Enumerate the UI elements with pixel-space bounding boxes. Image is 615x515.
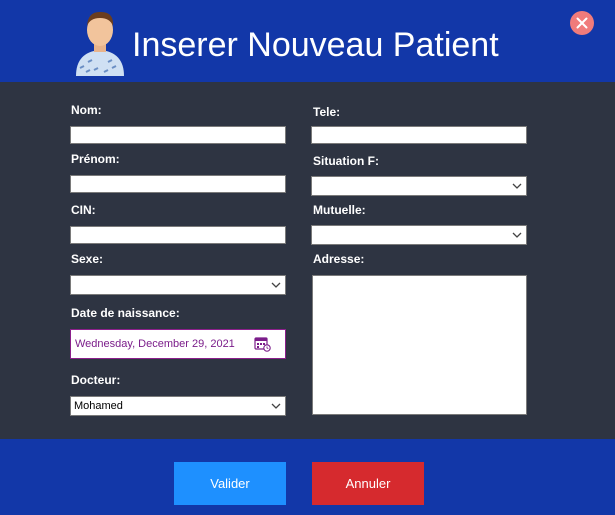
annuler-button[interactable]: Annuler [312, 462, 424, 505]
prenom-input[interactable] [70, 175, 286, 193]
chevron-down-icon [271, 282, 281, 288]
docteur-select[interactable]: Mohamed [70, 396, 286, 416]
cin-label: CIN: [71, 203, 96, 217]
nom-label: Nom: [71, 103, 102, 117]
adresse-textarea[interactable] [312, 275, 527, 415]
sexe-label: Sexe: [71, 252, 104, 266]
sexe-select[interactable] [70, 275, 286, 295]
situation-select[interactable] [311, 176, 527, 196]
tele-label: Tele: [313, 105, 341, 119]
patient-avatar-icon [76, 11, 124, 76]
mutuelle-select[interactable] [311, 225, 527, 245]
close-icon [576, 17, 588, 29]
situation-label: Situation F: [313, 154, 379, 168]
chevron-down-icon [512, 183, 522, 189]
mutuelle-label: Mutuelle: [313, 203, 366, 217]
date-naissance-label: Date de naissance: [71, 306, 180, 320]
chevron-down-icon [512, 232, 522, 238]
docteur-value: Mohamed [74, 400, 123, 412]
chevron-down-icon [271, 403, 281, 409]
close-button[interactable] [570, 11, 594, 35]
adresse-label: Adresse: [313, 252, 365, 266]
tele-input[interactable] [311, 126, 527, 144]
nom-input[interactable] [70, 126, 286, 144]
date-naissance-value: Wednesday, December 29, 2021 [75, 338, 235, 350]
docteur-label: Docteur: [71, 373, 121, 387]
prenom-label: Prénom: [71, 152, 120, 166]
valider-button[interactable]: Valider [174, 462, 286, 505]
footer-bar [0, 439, 615, 515]
cin-input[interactable] [70, 226, 286, 244]
date-naissance-picker[interactable]: Wednesday, December 29, 2021 [70, 329, 286, 359]
calendar-icon[interactable] [254, 336, 271, 352]
page-title: Inserer Nouveau Patient [132, 26, 499, 64]
